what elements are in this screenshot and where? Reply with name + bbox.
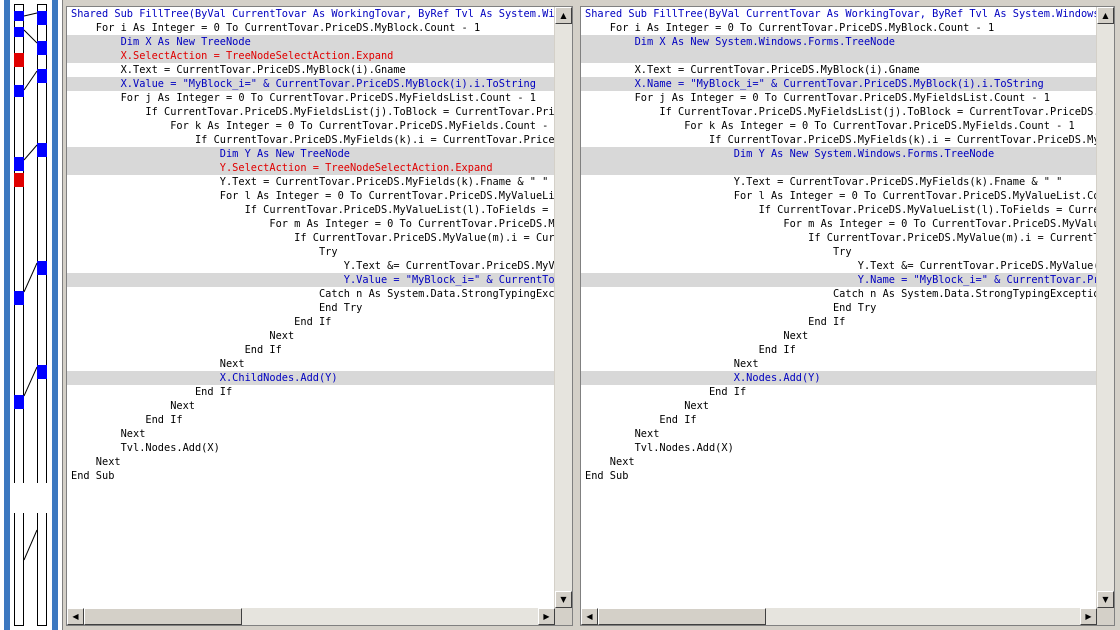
code-line[interactable]: If CurrentTovar.PriceDS.MyFields(k).i = … bbox=[67, 133, 555, 147]
code-line[interactable]: For l As Integer = 0 To CurrentTovar.Pri… bbox=[67, 189, 555, 203]
code-line[interactable]: Next bbox=[67, 329, 555, 343]
code-line[interactable]: If CurrentTovar.PriceDS.MyValue(m).i = C… bbox=[581, 231, 1097, 245]
code-line[interactable]: End Sub bbox=[581, 469, 1097, 483]
overview-link-lines bbox=[23, 12, 38, 561]
code-line[interactable]: If CurrentTovar.PriceDS.MyValue(m).i = C… bbox=[67, 231, 555, 245]
left-code-view[interactable]: Shared Sub FillTree(ByVal CurrentTovar A… bbox=[67, 7, 555, 608]
changed-code-line[interactable] bbox=[581, 161, 1097, 175]
code-line[interactable]: Y.Text = CurrentTovar.PriceDS.MyFields(k… bbox=[67, 175, 555, 189]
code-line[interactable]: Y.Text &= CurrentTovar.PriceDS.MyValue(m… bbox=[67, 259, 555, 273]
code-line[interactable]: For l As Integer = 0 To CurrentTovar.Pri… bbox=[581, 189, 1097, 203]
changed-code-line[interactable]: Dim X As New TreeNode bbox=[67, 35, 555, 49]
changed-code-line[interactable]: Dim X As New System.Windows.Forms.TreeNo… bbox=[581, 35, 1097, 49]
changed-code-line[interactable]: Y.Value = "MyBlock_i=" & CurrentTovar.Pr… bbox=[67, 273, 555, 287]
diff-overview-map[interactable] bbox=[0, 0, 63, 630]
code-line[interactable]: End If bbox=[581, 343, 1097, 357]
scroll-right-button[interactable]: ▶ bbox=[1080, 608, 1097, 625]
code-line[interactable]: Tvl.Nodes.Add(X) bbox=[67, 441, 555, 455]
code-line[interactable]: Y.Text = CurrentTovar.PriceDS.MyFields(k… bbox=[581, 175, 1097, 189]
code-line[interactable]: For j As Integer = 0 To CurrentTovar.Pri… bbox=[581, 91, 1097, 105]
code-line[interactable]: Shared Sub FillTree(ByVal CurrentTovar A… bbox=[67, 7, 555, 21]
code-line[interactable]: Y.Text &= CurrentTovar.PriceDS.MyValue(m… bbox=[581, 259, 1097, 273]
code-line[interactable]: For i As Integer = 0 To CurrentTovar.Pri… bbox=[581, 21, 1097, 35]
code-line[interactable]: If CurrentTovar.PriceDS.MyFieldsList(j).… bbox=[581, 105, 1097, 119]
code-line[interactable]: X.Text = CurrentTovar.PriceDS.MyBlock(i)… bbox=[67, 63, 555, 77]
code-line[interactable]: For j As Integer = 0 To CurrentTovar.Pri… bbox=[67, 91, 555, 105]
code-line[interactable]: End If bbox=[67, 385, 555, 399]
changed-code-line[interactable]: X.Nodes.Add(Y) bbox=[581, 371, 1097, 385]
code-line[interactable]: End If bbox=[581, 413, 1097, 427]
code-line[interactable]: If CurrentTovar.PriceDS.MyFieldsList(j).… bbox=[67, 105, 555, 119]
scroll-thumb[interactable] bbox=[598, 608, 766, 625]
code-line[interactable]: End If bbox=[67, 315, 555, 329]
code-line[interactable]: Tvl.Nodes.Add(X) bbox=[581, 441, 1097, 455]
right-code-view[interactable]: Shared Sub FillTree(ByVal CurrentTovar A… bbox=[581, 7, 1097, 608]
changed-code-line[interactable]: X.Value = "MyBlock_i=" & CurrentTovar.Pr… bbox=[67, 77, 555, 91]
left-horizontal-scrollbar[interactable]: ◀ ▶ bbox=[67, 608, 555, 625]
scroll-right-button[interactable]: ▶ bbox=[538, 608, 555, 625]
code-line[interactable]: Next bbox=[67, 427, 555, 441]
changed-code-line[interactable]: X.SelectAction = TreeNodeSelectAction.Ex… bbox=[67, 49, 555, 63]
code-line[interactable]: For i As Integer = 0 To CurrentTovar.Pri… bbox=[67, 21, 555, 35]
changed-code-line[interactable]: Y.SelectAction = TreeNodeSelectAction.Ex… bbox=[67, 161, 555, 175]
code-line[interactable]: X.Text = CurrentTovar.PriceDS.MyBlock(i)… bbox=[581, 63, 1097, 77]
scroll-left-button[interactable]: ◀ bbox=[67, 608, 84, 625]
code-line[interactable]: End If bbox=[581, 315, 1097, 329]
changed-code-line[interactable]: X.Name = "MyBlock_i=" & CurrentTovar.Pri… bbox=[581, 77, 1097, 91]
scroll-thumb[interactable] bbox=[84, 608, 242, 625]
code-line[interactable]: Try bbox=[67, 245, 555, 259]
code-line[interactable]: For k As Integer = 0 To CurrentTovar.Pri… bbox=[67, 119, 555, 133]
code-line[interactable]: For m As Integer = 0 To CurrentTovar.Pri… bbox=[67, 217, 555, 231]
code-line[interactable]: End Sub bbox=[67, 469, 555, 483]
code-line[interactable]: End If bbox=[67, 343, 555, 357]
changed-code-line[interactable]: Dim Y As New TreeNode bbox=[67, 147, 555, 161]
code-line[interactable]: Next bbox=[581, 329, 1097, 343]
scroll-down-button[interactable]: ▼ bbox=[555, 591, 572, 608]
code-line[interactable]: Catch n As System.Data.StrongTypingExcep… bbox=[67, 287, 555, 301]
right-vertical-scrollbar[interactable]: ▲ ▼ bbox=[1096, 7, 1114, 608]
changed-code-line[interactable]: Dim Y As New System.Windows.Forms.TreeNo… bbox=[581, 147, 1097, 161]
code-line[interactable]: Next bbox=[581, 357, 1097, 371]
left-file-pane[interactable]: Shared Sub FillTree(ByVal CurrentTovar A… bbox=[66, 6, 573, 626]
code-line[interactable]: Next bbox=[581, 455, 1097, 469]
scroll-down-button[interactable]: ▼ bbox=[1097, 591, 1114, 608]
code-line[interactable]: Next bbox=[581, 427, 1097, 441]
code-line[interactable]: Catch n As System.Data.StrongTypingExcep… bbox=[581, 287, 1097, 301]
code-line[interactable]: End If bbox=[67, 413, 555, 427]
right-file-pane[interactable]: Shared Sub FillTree(ByVal CurrentTovar A… bbox=[580, 6, 1115, 626]
code-line[interactable]: If CurrentTovar.PriceDS.MyFields(k).i = … bbox=[581, 133, 1097, 147]
scroll-left-button[interactable]: ◀ bbox=[581, 608, 598, 625]
code-line[interactable]: Next bbox=[67, 357, 555, 371]
code-line[interactable]: Try bbox=[581, 245, 1097, 259]
code-line[interactable]: End If bbox=[581, 385, 1097, 399]
right-horizontal-scrollbar[interactable]: ◀ ▶ bbox=[581, 608, 1097, 625]
code-line[interactable]: For m As Integer = 0 To CurrentTovar.Pri… bbox=[581, 217, 1097, 231]
scroll-corner bbox=[1097, 608, 1114, 625]
code-line[interactable]: End Try bbox=[581, 301, 1097, 315]
code-line[interactable]: Next bbox=[67, 455, 555, 469]
changed-code-line[interactable]: Y.Name = "MyBlock_i=" & CurrentTovar.Pri… bbox=[581, 273, 1097, 287]
code-line[interactable]: If CurrentTovar.PriceDS.MyValueList(l).T… bbox=[581, 203, 1097, 217]
left-vertical-scrollbar[interactable]: ▲ ▼ bbox=[554, 7, 572, 608]
code-line[interactable]: End Try bbox=[67, 301, 555, 315]
code-line[interactable]: Next bbox=[581, 399, 1097, 413]
code-line[interactable]: Shared Sub FillTree(ByVal CurrentTovar A… bbox=[581, 7, 1097, 21]
code-line[interactable]: Next bbox=[67, 399, 555, 413]
scroll-up-button[interactable]: ▲ bbox=[1097, 7, 1114, 24]
code-line[interactable]: If CurrentTovar.PriceDS.MyValueList(l).T… bbox=[67, 203, 555, 217]
code-line[interactable]: For k As Integer = 0 To CurrentTovar.Pri… bbox=[581, 119, 1097, 133]
changed-code-line[interactable]: X.ChildNodes.Add(Y) bbox=[67, 371, 555, 385]
changed-code-line[interactable] bbox=[581, 49, 1097, 63]
scroll-corner bbox=[555, 608, 572, 625]
scroll-up-button[interactable]: ▲ bbox=[555, 7, 572, 24]
